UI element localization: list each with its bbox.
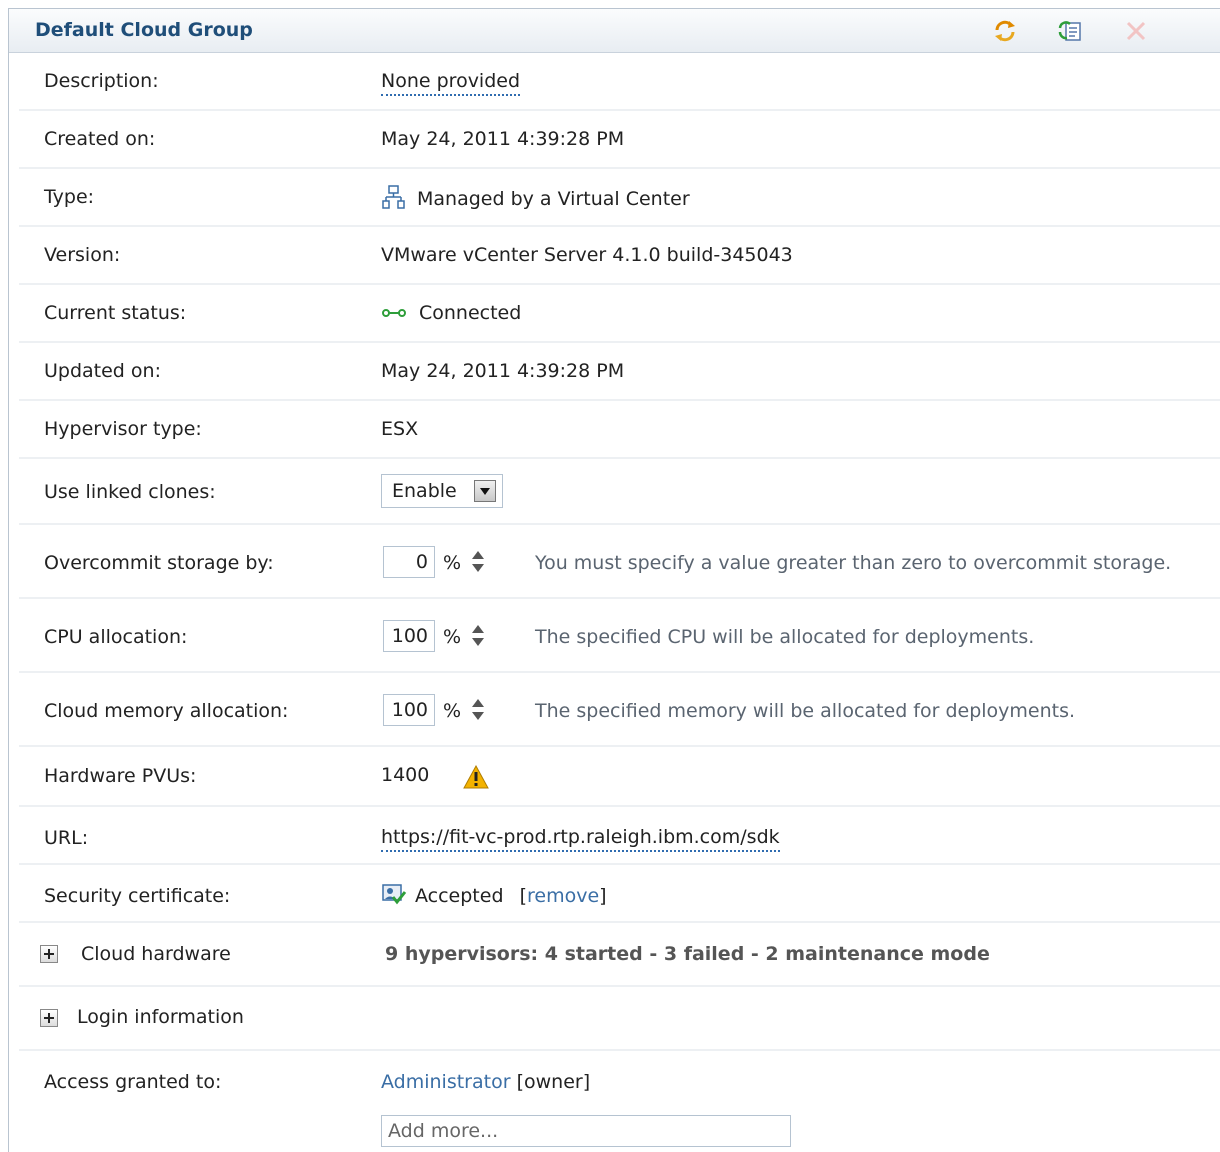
security-certificate-row: Security certificate: Accepted [remove] bbox=[19, 865, 1220, 923]
created-on-label: Created on: bbox=[44, 128, 156, 150]
cpu-allocation-unit: % bbox=[443, 626, 462, 648]
type-row: Type: Managed by a Virtual Center bbox=[19, 169, 1220, 227]
access-row: Access granted to: Administrator [owner] bbox=[19, 1051, 1220, 1151]
updated-on-row: Updated on: May 24, 2011 4:39:28 PM bbox=[19, 343, 1220, 401]
overcommit-storage-label: Overcommit storage by: bbox=[44, 552, 274, 574]
cpu-allocation-row: CPU allocation: 100 % The specified CPU … bbox=[19, 599, 1220, 673]
refresh-icon[interactable] bbox=[992, 18, 1018, 44]
security-certificate-value-container: Accepted [remove] bbox=[381, 882, 607, 911]
cpu-allocation-spinner[interactable] bbox=[471, 623, 485, 649]
cpu-allocation-input[interactable]: 100 bbox=[383, 620, 435, 652]
hypervisor-type-label: Hypervisor type: bbox=[44, 418, 202, 440]
access-user-link[interactable]: Administrator bbox=[381, 1071, 511, 1093]
warning-icon[interactable] bbox=[463, 764, 489, 794]
panel-title: Default Cloud Group bbox=[35, 19, 253, 41]
hypervisor-type-value: ESX bbox=[381, 418, 419, 440]
memory-allocation-unit: % bbox=[443, 700, 462, 722]
security-certificate-value: Accepted bbox=[415, 885, 504, 907]
url-row: URL: https://fit-vc-prod.rtp.raleigh.ibm… bbox=[19, 807, 1220, 865]
memory-allocation-row: Cloud memory allocation: 100 % The speci… bbox=[19, 673, 1220, 747]
access-label: Access granted to: bbox=[44, 1071, 222, 1093]
memory-allocation-label: Cloud memory allocation: bbox=[44, 700, 289, 722]
url-value[interactable]: https://fit-vc-prod.rtp.raleigh.ibm.com/… bbox=[381, 826, 780, 852]
delete-icon[interactable] bbox=[1123, 18, 1149, 44]
updated-on-value: May 24, 2011 4:39:28 PM bbox=[381, 360, 625, 382]
add-more-input[interactable] bbox=[381, 1115, 791, 1147]
remove-certificate-action: [remove] bbox=[520, 885, 607, 907]
overcommit-storage-input[interactable]: 0 bbox=[383, 546, 435, 578]
connected-icon bbox=[381, 303, 409, 325]
description-label: Description: bbox=[44, 70, 159, 92]
security-certificate-label: Security certificate: bbox=[44, 885, 231, 907]
version-value: VMware vCenter Server 4.1.0 build-345043 bbox=[381, 244, 793, 266]
chevron-down-icon[interactable] bbox=[474, 480, 496, 502]
current-status-row: Current status: Connected bbox=[19, 285, 1220, 343]
current-status-label: Current status: bbox=[44, 302, 187, 324]
remove-certificate-link[interactable]: remove bbox=[527, 885, 599, 907]
memory-allocation-hint: The specified memory will be allocated f… bbox=[535, 700, 1076, 722]
virtual-center-icon bbox=[381, 184, 407, 215]
hardware-pvus-value: 1400 bbox=[381, 764, 430, 786]
current-status-value-container: Connected bbox=[381, 302, 521, 325]
cloud-hardware-row: Cloud hardware 9 hypervisors: 4 started … bbox=[19, 923, 1220, 987]
login-information-row: Login information bbox=[19, 987, 1220, 1051]
remove-bracket-close: ] bbox=[599, 885, 607, 907]
linked-clones-selected: Enable bbox=[392, 480, 457, 502]
overcommit-storage-spinner[interactable] bbox=[471, 549, 485, 575]
overcommit-storage-unit: % bbox=[443, 552, 462, 574]
edit-icon[interactable] bbox=[1057, 18, 1083, 44]
url-label: URL: bbox=[44, 827, 89, 849]
login-information-expand-icon[interactable] bbox=[40, 1009, 58, 1027]
version-label: Version: bbox=[44, 244, 121, 266]
hardware-pvus-label: Hardware PVUs: bbox=[44, 765, 197, 787]
description-row: Description: None provided bbox=[19, 53, 1220, 111]
certificate-icon bbox=[381, 882, 407, 911]
linked-clones-row: Use linked clones: Enable bbox=[19, 459, 1220, 525]
cloud-hardware-label[interactable]: Cloud hardware bbox=[81, 943, 231, 965]
type-value: Managed by a Virtual Center bbox=[417, 188, 690, 210]
cpu-allocation-hint: The specified CPU will be allocated for … bbox=[535, 626, 1035, 648]
linked-clones-label: Use linked clones: bbox=[44, 481, 216, 503]
current-status-value: Connected bbox=[419, 302, 522, 324]
panel-header: Default Cloud Group bbox=[9, 9, 1220, 53]
created-on-row: Created on: May 24, 2011 4:39:28 PM bbox=[19, 111, 1220, 169]
remove-bracket-open: [ bbox=[519, 885, 527, 907]
hardware-pvus-row: Hardware PVUs: 1400 bbox=[19, 747, 1220, 807]
login-information-label[interactable]: Login information bbox=[77, 1006, 244, 1028]
memory-allocation-input[interactable]: 100 bbox=[383, 694, 435, 726]
type-value-container: Managed by a Virtual Center bbox=[381, 184, 690, 215]
hypervisor-type-row: Hypervisor type: ESX bbox=[19, 401, 1220, 459]
overcommit-storage-hint: You must specify a value greater than ze… bbox=[535, 552, 1172, 574]
access-value-container: Administrator [owner] bbox=[381, 1071, 590, 1093]
updated-on-label: Updated on: bbox=[44, 360, 161, 382]
cloud-group-panel: Default Cloud Group Description: None pr… bbox=[8, 8, 1220, 1152]
cpu-allocation-label: CPU allocation: bbox=[44, 626, 188, 648]
cloud-hardware-expand-icon[interactable] bbox=[40, 945, 58, 963]
created-on-value: May 24, 2011 4:39:28 PM bbox=[381, 128, 625, 150]
description-value[interactable]: None provided bbox=[381, 70, 521, 96]
memory-allocation-spinner[interactable] bbox=[471, 697, 485, 723]
linked-clones-select[interactable]: Enable bbox=[381, 474, 503, 508]
access-role: [owner] bbox=[516, 1071, 591, 1093]
version-row: Version: VMware vCenter Server 4.1.0 bui… bbox=[19, 227, 1220, 285]
cloud-hardware-summary: 9 hypervisors: 4 started - 3 failed - 2 … bbox=[385, 943, 990, 965]
type-label: Type: bbox=[44, 186, 95, 208]
overcommit-storage-row: Overcommit storage by: 0 % You must spec… bbox=[19, 525, 1220, 599]
